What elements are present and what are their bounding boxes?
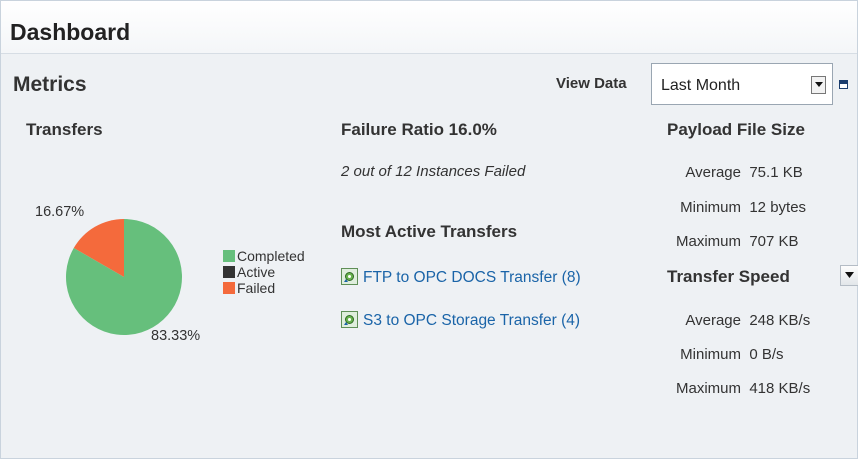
stat-key: Average bbox=[685, 164, 741, 181]
stat-key: Maximum bbox=[675, 233, 741, 250]
metrics-title: Metrics bbox=[13, 73, 87, 96]
transfer-gear-icon bbox=[341, 311, 358, 328]
stat-key: Maximum bbox=[675, 380, 741, 397]
pie-label-failed: 16.67% bbox=[35, 204, 85, 220]
stat-value: 75.1 KB bbox=[749, 164, 803, 181]
payload-title: Payload File Size bbox=[667, 120, 805, 139]
payload-maximum: Maximum 707 KB bbox=[669, 233, 799, 250]
view-data-label: View Data bbox=[556, 75, 627, 92]
legend-label: Completed bbox=[237, 248, 305, 264]
transfers-title: Transfers bbox=[26, 120, 103, 139]
transfer-speed-title: Transfer Speed bbox=[667, 267, 790, 286]
legend-label: Active bbox=[237, 264, 276, 280]
transfer-link-s3[interactable]: S3 to OPC Storage Transfer (4) bbox=[341, 311, 580, 330]
most-active-title: Most Active Transfers bbox=[341, 222, 518, 241]
legend-swatch bbox=[223, 250, 235, 262]
legend-swatch bbox=[223, 282, 235, 294]
metrics-panel: Metrics View Data Last Month Transfers 1… bbox=[1, 54, 858, 458]
stat-value: 0 B/s bbox=[749, 346, 784, 363]
view-data-selected-value: Last Month bbox=[661, 77, 741, 94]
dashboard-frame: Dashboard Metrics View Data Last Month T… bbox=[0, 0, 858, 459]
legend-item-failed: Failed bbox=[223, 280, 275, 296]
transfer-gear-icon bbox=[341, 268, 358, 285]
speed-minimum: Minimum 0 B/s bbox=[669, 346, 784, 363]
stat-value: 418 KB/s bbox=[749, 380, 811, 397]
view-data-select[interactable]: Last Month bbox=[651, 63, 833, 105]
pie-label-completed: 83.33% bbox=[151, 328, 201, 344]
failure-detail: 2 out of 12 Instances Failed bbox=[341, 163, 526, 180]
legend-item-completed: Completed bbox=[223, 248, 305, 264]
stat-key: Average bbox=[685, 312, 741, 329]
chevron-down-icon[interactable] bbox=[811, 76, 826, 94]
failure-ratio-title: Failure Ratio 16.0% bbox=[341, 120, 497, 139]
stat-key: Minimum bbox=[680, 199, 741, 216]
transfer-link-ftp[interactable]: FTP to OPC DOCS Transfer (8) bbox=[341, 268, 581, 287]
transfer-link-label: S3 to OPC Storage Transfer (4) bbox=[363, 312, 581, 329]
legend-item-active: Active bbox=[223, 264, 275, 280]
stat-value: 248 KB/s bbox=[749, 312, 811, 329]
transfer-link-label: FTP to OPC DOCS Transfer (8) bbox=[363, 269, 581, 286]
stat-key: Minimum bbox=[680, 346, 741, 363]
stat-value: 707 KB bbox=[749, 233, 799, 250]
dashboard-header: Dashboard bbox=[1, 1, 857, 54]
stat-value: 12 bytes bbox=[749, 199, 807, 216]
speed-maximum: Maximum 418 KB/s bbox=[669, 380, 810, 397]
legend-swatch bbox=[223, 266, 235, 278]
transfers-pie-chart bbox=[66, 219, 182, 335]
dashboard-title: Dashboard bbox=[10, 19, 131, 45]
speed-average: Average 248 KB/s bbox=[669, 312, 810, 329]
payload-average: Average 75.1 KB bbox=[669, 164, 803, 181]
chevron-down-icon[interactable] bbox=[840, 265, 858, 286]
payload-minimum: Minimum 12 bytes bbox=[669, 199, 806, 216]
maximize-icon[interactable] bbox=[839, 80, 848, 89]
legend-label: Failed bbox=[237, 280, 276, 296]
